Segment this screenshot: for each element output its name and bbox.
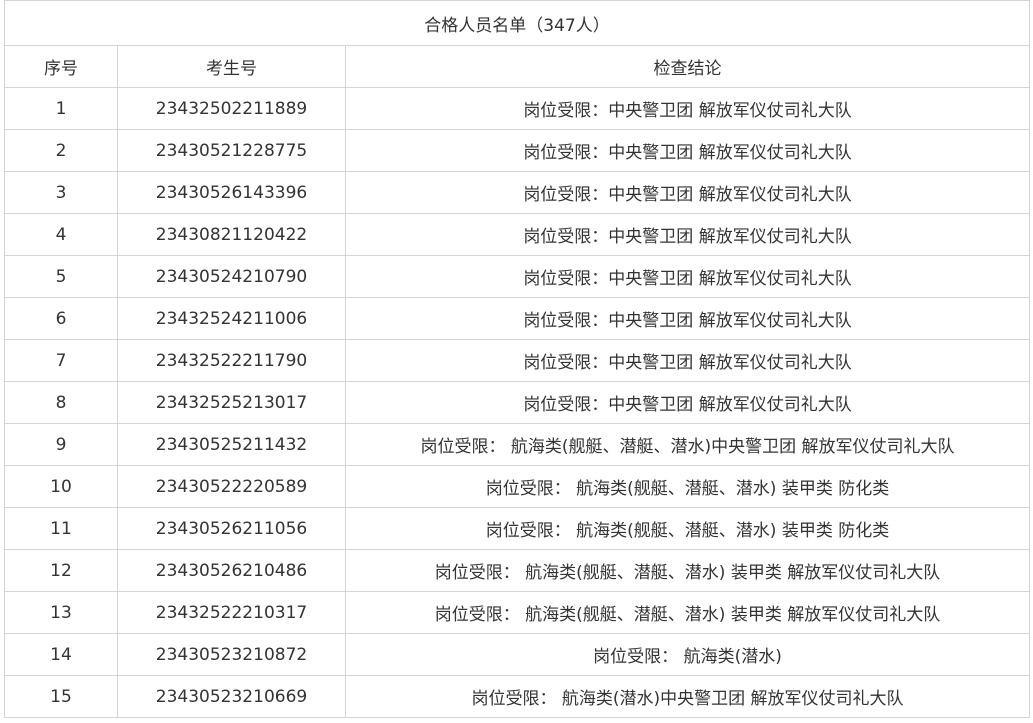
- cell-index: 14: [4, 633, 118, 676]
- table-row: 9 23430525211432 岗位受限： 航海类(舰艇、潜艇、潜水)中央警卫团 …: [4, 423, 1031, 466]
- table-row: 3 23430526143396 岗位受限：中央警卫团 解放军仪仗司礼大队: [4, 171, 1031, 214]
- table-row: 15 23430523210669 岗位受限： 航海类(潜水)中央警卫团 解放军仪仗…: [4, 675, 1031, 718]
- cell-index: 3: [4, 171, 118, 214]
- header-inspection-result: 检查结论: [344, 45, 1031, 88]
- cell-index: 7: [4, 339, 118, 382]
- cell-inspection-result: 岗位受限： 航海类(舰艇、潜艇、潜水) 装甲类 解放军仪仗司礼大队: [344, 591, 1031, 634]
- cell-index: 6: [4, 297, 118, 340]
- header-candidate-number: 考生号: [117, 45, 346, 88]
- table-row: 13 23432522210317 岗位受限： 航海类(舰艇、潜艇、潜水) 装甲类 …: [4, 591, 1031, 634]
- cell-index: 4: [4, 213, 118, 256]
- cell-inspection-result: 岗位受限：中央警卫团 解放军仪仗司礼大队: [344, 87, 1031, 130]
- cell-candidate-number: 23432525213017: [117, 381, 346, 424]
- cell-candidate-number: 23430524210790: [117, 255, 346, 298]
- cell-index: 2: [4, 129, 118, 172]
- table-row: 4 23430821120422 岗位受限：中央警卫团 解放军仪仗司礼大队: [4, 213, 1031, 256]
- table-title-row: 合格人员名单（347人）: [3, 0, 1031, 46]
- cell-candidate-number: 23430525211432: [117, 423, 346, 466]
- cell-candidate-number: 23430821120422: [117, 213, 346, 256]
- cell-candidate-number: 23430521228775: [117, 129, 346, 172]
- table-header-row: 序号 考生号 检查结论: [4, 45, 1031, 88]
- table-row: 1 23432502211889 岗位受限：中央警卫团 解放军仪仗司礼大队: [4, 87, 1031, 130]
- cell-inspection-result: 岗位受限： 航海类(舰艇、潜艇、潜水) 装甲类 解放军仪仗司礼大队: [344, 549, 1031, 592]
- cell-inspection-result: 岗位受限： 航海类(潜水)中央警卫团 解放军仪仗司礼大队: [344, 675, 1031, 718]
- cell-candidate-number: 23430522220589: [117, 465, 346, 508]
- cell-candidate-number: 23430526210486: [117, 549, 346, 592]
- header-index: 序号: [4, 45, 118, 88]
- cell-inspection-result: 岗位受限：中央警卫团 解放军仪仗司礼大队: [344, 129, 1031, 172]
- cell-index: 12: [4, 549, 118, 592]
- cell-index: 11: [4, 507, 118, 550]
- cell-index: 15: [4, 675, 118, 718]
- cell-index: 13: [4, 591, 118, 634]
- table-row: 10 23430522220589 岗位受限： 航海类(舰艇、潜艇、潜水) 装甲类 …: [4, 465, 1031, 508]
- table-row: 2 23430521228775 岗位受限：中央警卫团 解放军仪仗司礼大队: [4, 129, 1031, 172]
- cell-index: 8: [4, 381, 118, 424]
- cell-inspection-result: 岗位受限： 航海类(舰艇、潜艇、潜水) 装甲类 防化类: [344, 465, 1031, 508]
- cell-candidate-number: 23430526211056: [117, 507, 346, 550]
- cell-index: 10: [4, 465, 118, 508]
- cell-candidate-number: 23432522210317: [117, 591, 346, 634]
- table-row: 8 23432525213017 岗位受限：中央警卫团 解放军仪仗司礼大队: [4, 381, 1031, 424]
- table-title: 合格人员名单（347人）: [3, 0, 1031, 46]
- cell-inspection-result: 岗位受限： 航海类(潜水): [344, 633, 1031, 676]
- cell-candidate-number: 23430523210872: [117, 633, 346, 676]
- cell-candidate-number: 23430526143396: [117, 171, 346, 214]
- cell-inspection-result: 岗位受限：中央警卫团 解放军仪仗司礼大队: [344, 381, 1031, 424]
- cell-inspection-result: 岗位受限： 航海类(舰艇、潜艇、潜水)中央警卫团 解放军仪仗司礼大队: [344, 423, 1031, 466]
- qualified-personnel-table: 合格人员名单（347人） 序号 考生号 检查结论 1 23432502211889…: [3, 0, 1031, 718]
- table-row: 12 23430526210486 岗位受限： 航海类(舰艇、潜艇、潜水) 装甲类 …: [4, 549, 1031, 592]
- cell-inspection-result: 岗位受限： 航海类(舰艇、潜艇、潜水) 装甲类 防化类: [344, 507, 1031, 550]
- cell-inspection-result: 岗位受限：中央警卫团 解放军仪仗司礼大队: [344, 171, 1031, 214]
- table-row: 7 23432522211790 岗位受限：中央警卫团 解放军仪仗司礼大队: [4, 339, 1031, 382]
- cell-inspection-result: 岗位受限：中央警卫团 解放军仪仗司礼大队: [344, 213, 1031, 256]
- cell-candidate-number: 23432522211790: [117, 339, 346, 382]
- cell-candidate-number: 23430523210669: [117, 675, 346, 718]
- cell-index: 9: [4, 423, 118, 466]
- cell-candidate-number: 23432524211006: [117, 297, 346, 340]
- table-row: 11 23430526211056 岗位受限： 航海类(舰艇、潜艇、潜水) 装甲类 …: [4, 507, 1031, 550]
- table-row: 5 23430524210790 岗位受限：中央警卫团 解放军仪仗司礼大队: [4, 255, 1031, 298]
- cell-index: 5: [4, 255, 118, 298]
- cell-inspection-result: 岗位受限：中央警卫团 解放军仪仗司礼大队: [344, 255, 1031, 298]
- table-row: 14 23430523210872 岗位受限： 航海类(潜水): [4, 633, 1031, 676]
- cell-inspection-result: 岗位受限：中央警卫团 解放军仪仗司礼大队: [344, 297, 1031, 340]
- table-row: 6 23432524211006 岗位受限：中央警卫团 解放军仪仗司礼大队: [4, 297, 1031, 340]
- cell-index: 1: [4, 87, 118, 130]
- cell-inspection-result: 岗位受限：中央警卫团 解放军仪仗司礼大队: [344, 339, 1031, 382]
- cell-candidate-number: 23432502211889: [117, 87, 346, 130]
